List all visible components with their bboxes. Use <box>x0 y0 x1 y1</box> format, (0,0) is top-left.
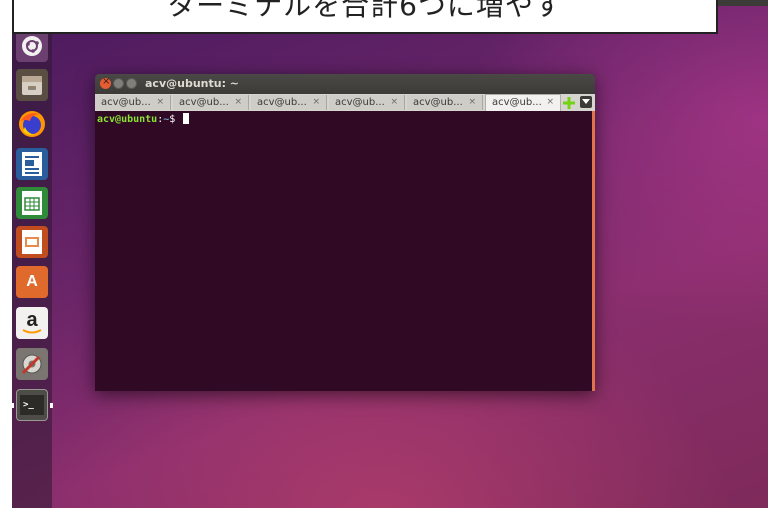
close-window-button[interactable] <box>100 76 111 89</box>
tab-label: acv@ub... <box>335 97 385 108</box>
tab-close-icon[interactable]: × <box>390 95 398 110</box>
libreoffice-calc-icon[interactable] <box>16 187 48 219</box>
tab-4[interactable]: acv@ub... × <box>329 95 405 110</box>
banner-text: ターミナルを合計6つに増やす <box>167 0 563 22</box>
terminal-window[interactable]: acv@ubuntu: ~ acv@ub... × acv@ub... × ac… <box>95 74 595 391</box>
top-panel <box>718 0 768 6</box>
tab-5[interactable]: acv@ub... × <box>407 95 483 110</box>
ubuntu-dash-icon[interactable] <box>16 30 48 62</box>
tab-close-icon[interactable]: × <box>468 95 476 110</box>
focused-indicator <box>50 403 53 408</box>
tab-1[interactable]: acv@ub... × <box>95 95 171 110</box>
running-indicator <box>11 403 14 408</box>
firefox-icon[interactable] <box>16 108 48 140</box>
tab-label: acv@ub... <box>257 97 307 108</box>
tab-label: acv@ub... <box>179 97 229 108</box>
photo-frame-bottom <box>0 508 773 512</box>
tab-label: acv@ub... <box>492 97 542 108</box>
tab-close-icon[interactable]: × <box>312 95 320 110</box>
tab-6-active[interactable]: acv@ub... × <box>485 94 561 111</box>
maximize-window-button[interactable] <box>126 78 137 89</box>
tab-3[interactable]: acv@ub... × <box>251 95 327 110</box>
tab-close-icon[interactable]: × <box>234 95 242 110</box>
terminal-glyph: >_ <box>23 400 34 410</box>
instruction-banner: ターミナルを合計6つに増やす <box>12 0 718 34</box>
prompt-user: acv@ubuntu <box>97 114 158 125</box>
tab-bar: acv@ub... × acv@ub... × acv@ub... × acv@… <box>95 94 595 111</box>
software-glyph: A <box>26 273 38 290</box>
tab-close-icon[interactable]: × <box>156 95 164 110</box>
libreoffice-writer-icon[interactable] <box>16 148 48 180</box>
tab-label: acv@ub... <box>101 97 151 108</box>
minimize-window-button[interactable] <box>113 78 124 89</box>
photo-frame-right <box>768 0 773 512</box>
tab-close-icon[interactable]: × <box>546 95 554 110</box>
system-settings-icon[interactable] <box>16 348 48 380</box>
window-title: acv@ubuntu: ~ <box>145 77 240 90</box>
unity-launcher: A a >_ <box>11 0 53 508</box>
terminal-output[interactable]: acv@ubuntu:~$ <box>95 111 592 391</box>
window-titlebar[interactable]: acv@ubuntu: ~ <box>95 74 595 94</box>
libreoffice-impress-icon[interactable] <box>16 226 48 258</box>
photo-frame-left <box>0 0 12 512</box>
tab-label: acv@ub... <box>413 97 463 108</box>
tab-2[interactable]: acv@ub... × <box>173 95 249 110</box>
text-cursor <box>183 113 190 124</box>
prompt-symbol: $ <box>169 114 182 125</box>
terminal-icon[interactable]: >_ <box>16 389 48 421</box>
ubuntu-software-icon[interactable]: A <box>16 266 48 298</box>
new-tab-plus-icon[interactable] <box>562 96 575 109</box>
prompt-line: acv@ubuntu:~$ <box>97 113 190 126</box>
amazon-icon[interactable]: a <box>16 307 48 339</box>
terminal-scrollbar[interactable] <box>592 111 595 391</box>
tab-list-dropdown-icon[interactable] <box>580 96 592 108</box>
files-icon[interactable] <box>16 69 48 101</box>
